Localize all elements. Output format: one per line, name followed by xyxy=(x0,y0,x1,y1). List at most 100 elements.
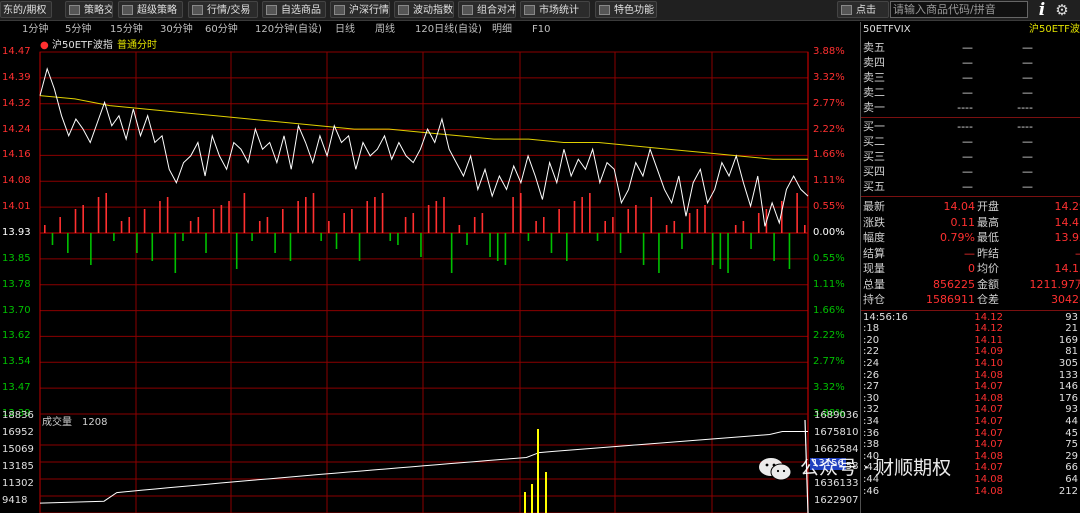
price-bar xyxy=(804,225,806,233)
price-bar xyxy=(335,233,338,249)
stat-label-2: 最低 xyxy=(977,231,999,244)
ask-volume: ---- xyxy=(1017,101,1033,114)
price-bar xyxy=(105,193,108,233)
tab-1[interactable]: 5分钟 xyxy=(65,22,91,38)
tick-volume: 169 xyxy=(1058,334,1078,346)
search-button[interactable]: 点击 xyxy=(837,1,889,18)
orderbook-separator xyxy=(861,117,1080,118)
toolbar-item-8[interactable]: 市场统计 xyxy=(520,1,590,18)
ask-price: — xyxy=(962,56,973,69)
price-bar xyxy=(796,193,798,233)
toolbar-item-1[interactable]: 策略交易 xyxy=(65,1,113,18)
bid-price: — xyxy=(962,165,973,178)
tab-2[interactable]: 15分钟 xyxy=(110,22,143,38)
tab-4[interactable]: 60分钟 xyxy=(205,22,238,38)
ask-volume: — xyxy=(1022,41,1033,54)
price-tick-right: 3.88% xyxy=(813,46,845,57)
price-bar xyxy=(742,221,745,233)
price-tick-left: 13.70 xyxy=(2,304,31,316)
price-bar xyxy=(673,221,676,233)
tick-time: :27 xyxy=(863,381,880,393)
tab-10[interactable]: F10 xyxy=(532,22,550,38)
ask-label: 卖五 xyxy=(863,41,885,54)
price-bar xyxy=(704,205,706,233)
toolbar-item-9[interactable]: 特色功能 xyxy=(595,1,657,18)
toolbar-item-4[interactable]: 自选商品 xyxy=(262,1,326,18)
price-bar xyxy=(773,233,775,261)
tick-price: 14.08 xyxy=(974,392,1003,404)
price-bar xyxy=(573,201,576,233)
toolbar-icon xyxy=(524,5,535,15)
ask-label: 卖一 xyxy=(863,101,885,114)
tab-7[interactable]: 周线 xyxy=(375,22,395,38)
toolbar-item-7[interactable]: 组合对冲 xyxy=(458,1,516,18)
toolbar-item-0[interactable]: 东的/期权 xyxy=(0,1,52,18)
ask-row: 卖三 — — xyxy=(863,70,1079,85)
bid-label: 买三 xyxy=(863,150,885,163)
price-tick-left: 13.78 xyxy=(2,278,31,290)
price-bar xyxy=(688,213,691,233)
price-bar xyxy=(258,221,261,233)
info-icon[interactable]: i xyxy=(1034,0,1050,20)
price-tick-left: 13.85 xyxy=(2,252,31,264)
stat-label-2: 最高 xyxy=(977,215,999,229)
stat-row: 涨跌 0.11最高 14.47 xyxy=(863,215,1080,230)
price-tick-right: 1.66% xyxy=(813,304,845,316)
bid-volume: — xyxy=(1022,180,1033,193)
price-bar xyxy=(627,209,630,233)
tick-price: 14.07 xyxy=(974,427,1003,439)
tab-0[interactable]: 1分钟 xyxy=(22,22,48,38)
volume-tick-left: 13185 xyxy=(2,461,34,472)
stat-value: 0.11 xyxy=(950,215,976,229)
ask-label: 卖四 xyxy=(863,56,885,69)
toolbar-item-5[interactable]: 沪深行情 xyxy=(330,1,390,18)
gear-icon[interactable]: ⚙ xyxy=(1053,1,1071,19)
chart-mode[interactable]: 普通分时 xyxy=(117,40,157,52)
volume-tick-left: 15069 xyxy=(2,444,34,455)
tab-8[interactable]: 120日线(自设) xyxy=(415,22,482,38)
price-bar xyxy=(550,233,553,253)
stat-value: 1586911 xyxy=(926,293,975,306)
volume-spike xyxy=(531,484,533,513)
tab-9[interactable]: 明细 xyxy=(492,22,512,38)
tick-time: :34 xyxy=(863,415,880,427)
bid-label: 买二 xyxy=(863,135,885,148)
tick-price: 14.07 xyxy=(974,415,1003,427)
tab-6[interactable]: 日线 xyxy=(335,22,355,38)
price-bar xyxy=(443,197,445,233)
toolbar-item-3[interactable]: 行情/交易 xyxy=(188,1,258,18)
price-bar xyxy=(97,197,100,233)
tick-price: 14.08 xyxy=(974,369,1003,381)
stat-label: 持仓 xyxy=(863,293,885,306)
tick-volume: 212 xyxy=(1058,485,1078,497)
ask-price: — xyxy=(962,86,973,99)
stat-value-2: 14.29 xyxy=(1054,200,1080,213)
price-bar xyxy=(197,217,200,233)
toolbar-item-6[interactable]: 波动指数 xyxy=(394,1,454,18)
bid-price: — xyxy=(962,180,973,193)
price-bar xyxy=(681,233,683,249)
tick-row: :22 14.09 81 xyxy=(863,346,1079,357)
tab-3[interactable]: 30分钟 xyxy=(160,22,193,38)
stat-label: 最新 xyxy=(863,200,885,213)
price-bar xyxy=(665,225,668,233)
price-bar xyxy=(711,233,714,265)
tab-5[interactable]: 120分钟(自设) xyxy=(255,22,322,38)
chart-symbol[interactable]: 沪50ETF波指 xyxy=(52,40,113,52)
volume-tick-right: 1689036 xyxy=(814,410,859,421)
price-bar xyxy=(635,205,637,233)
volume-tick-left: 11302 xyxy=(2,478,34,489)
tick-time: :30 xyxy=(863,392,880,404)
price-bar xyxy=(750,233,752,249)
stat-label: 现量 xyxy=(863,262,885,275)
ask-label: 卖二 xyxy=(863,86,885,99)
tick-row: :18 14.12 21 xyxy=(863,323,1079,334)
price-bar xyxy=(189,221,192,233)
stat-label-2: 昨结 xyxy=(977,246,999,260)
toolbar-item-2[interactable]: 超级策略 xyxy=(118,1,183,18)
price-bar xyxy=(281,209,284,233)
stat-value-2: 14.47 xyxy=(1054,215,1080,229)
stat-value: 0 xyxy=(968,262,975,275)
tick-volume: 44 xyxy=(1065,415,1078,427)
search-input[interactable]: 请输入商品代码/拼音 xyxy=(890,1,1028,18)
